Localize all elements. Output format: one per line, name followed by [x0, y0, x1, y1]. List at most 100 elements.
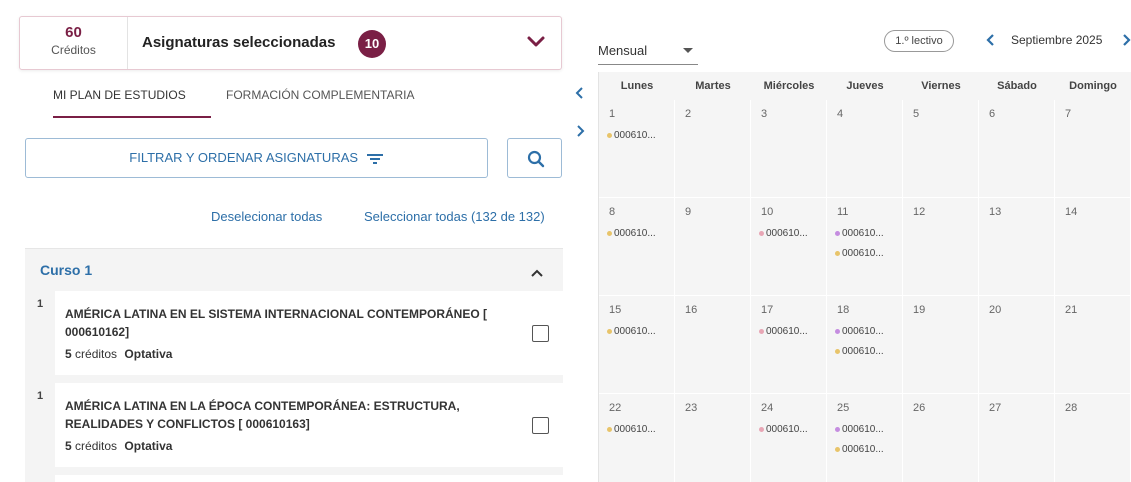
chevron-up-icon[interactable]: [530, 265, 544, 277]
subject-row[interactable]: [25, 475, 563, 482]
calendar-week-row: 15 000610... 16 17 000610... 18 000610... 00061…: [599, 296, 1131, 394]
subject-row[interactable]: 1 AMÉRICA LATINA EN LA ÉPOCA CONTEMPORÁN…: [25, 383, 563, 467]
weekday-label: Lunes: [620, 80, 654, 92]
calendar-event[interactable]: 000610...: [835, 228, 884, 239]
day-number: 2: [685, 108, 692, 120]
calendar-day-cell[interactable]: 1 000610...: [599, 100, 675, 198]
day-number: 3: [761, 108, 768, 120]
filter-sort-button[interactable]: FILTRAR Y ORDENAR ASIGNATURAS: [25, 138, 488, 178]
calendar-day-cell[interactable]: 8 000610...: [599, 198, 675, 296]
search-button[interactable]: [507, 138, 562, 178]
filter-sort-label: FILTRAR Y ORDENAR ASIGNATURAS: [129, 150, 359, 165]
calendar-day-cell[interactable]: 4: [827, 100, 903, 198]
calendar-day-cell[interactable]: 12: [903, 198, 979, 296]
filter-icon: [366, 153, 383, 164]
calendar-day-cell[interactable]: 5: [903, 100, 979, 198]
calendar-day-cell[interactable]: 25 000610... 000610...: [827, 394, 903, 482]
calendar-view-value: Mensual: [598, 43, 648, 58]
calendar-day-cell[interactable]: 28: [1055, 394, 1131, 482]
weekday-label: Martes: [695, 80, 731, 92]
calendar-day-cell[interactable]: 17 000610...: [751, 296, 827, 394]
active-tab-indicator: [53, 116, 211, 118]
subject-checkbox[interactable]: [532, 325, 549, 342]
calendar-day-cell[interactable]: 3: [751, 100, 827, 198]
calendar-event[interactable]: 000610...: [759, 228, 808, 239]
calendar-event[interactable]: 000610...: [835, 248, 884, 259]
day-number: 27: [989, 402, 1002, 414]
day-number: 25: [837, 402, 850, 414]
chevron-right-icon[interactable]: [574, 124, 586, 138]
calendar-day-cell[interactable]: 20: [979, 296, 1055, 394]
calendar-day-cell[interactable]: 6: [979, 100, 1055, 198]
calendar-event[interactable]: 000610...: [759, 424, 808, 435]
day-number: 4: [837, 108, 844, 120]
calendar-day-cell[interactable]: 18 000610... 000610...: [827, 296, 903, 394]
subject-course-index: 1: [25, 383, 55, 467]
period-chip[interactable]: 1.º lectivo: [884, 30, 954, 52]
calendar-event[interactable]: 000610...: [835, 326, 884, 337]
calendar-event[interactable]: 000610...: [607, 228, 656, 239]
subject-type: Optativa: [124, 347, 173, 361]
subject-checkbox[interactable]: [532, 417, 549, 434]
tab-formacion-complementaria[interactable]: FORMACIÓN COMPLEMENTARIA: [226, 88, 414, 118]
calendar-week-row: 1 000610... 2 3 4 5 6 7: [599, 100, 1131, 198]
next-month-icon[interactable]: [1121, 33, 1131, 47]
calendar-day-cell[interactable]: 14: [1055, 198, 1131, 296]
calendar-day-cell[interactable]: 27: [979, 394, 1055, 482]
chevron-down-icon[interactable]: [526, 34, 546, 50]
credits-label: Créditos: [51, 43, 96, 57]
calendar-day-cell[interactable]: 23: [675, 394, 751, 482]
calendar-event[interactable]: 000610...: [607, 424, 656, 435]
event-label: 000610...: [842, 444, 884, 455]
weekday-label: Jueves: [846, 80, 884, 92]
calendar-day-cell[interactable]: 21: [1055, 296, 1131, 394]
subject-credits: 5: [65, 347, 72, 361]
tab-label: MI PLAN DE ESTUDIOS: [53, 88, 186, 102]
calendar-event[interactable]: 000610...: [835, 444, 884, 455]
weekday-header-row: Lunes Martes Miércoles Jueves Viernes Sábado D…: [599, 72, 1131, 100]
event-label: 000610...: [842, 326, 884, 337]
calendar-day-cell[interactable]: 15 000610...: [599, 296, 675, 394]
calendar-day-cell[interactable]: 2: [675, 100, 751, 198]
day-number: 9: [685, 206, 692, 218]
calendar-day-cell[interactable]: 7: [1055, 100, 1131, 198]
previous-month-icon[interactable]: [986, 33, 996, 47]
event-label: 000610...: [766, 424, 808, 435]
calendar-event[interactable]: 000610...: [835, 346, 884, 357]
weekday-label: Miércoles: [763, 80, 815, 92]
subject-meta: 5 créditos Optativa: [65, 347, 172, 361]
tab-mi-plan-de-estudios[interactable]: MI PLAN DE ESTUDIOS: [53, 88, 211, 118]
calendar-day-cell[interactable]: 13: [979, 198, 1055, 296]
event-color-dot: [835, 426, 840, 432]
event-color-dot: [759, 230, 764, 236]
calendar-day-cell[interactable]: 11 000610... 000610...: [827, 198, 903, 296]
calendar-event[interactable]: 000610...: [759, 326, 808, 337]
calendar-day-cell[interactable]: 26: [903, 394, 979, 482]
event-label: 000610...: [842, 424, 884, 435]
caret-down-icon: [683, 48, 693, 53]
calendar-event[interactable]: 000610...: [607, 130, 656, 141]
calendar-day-cell[interactable]: 19: [903, 296, 979, 394]
event-label: 000610...: [614, 228, 656, 239]
calendar-day-cell[interactable]: 10 000610...: [751, 198, 827, 296]
event-color-dot: [607, 328, 612, 334]
day-number: 26: [913, 402, 926, 414]
chevron-left-icon[interactable]: [574, 86, 586, 100]
deselect-all-link[interactable]: Deselecionar todas: [211, 209, 322, 224]
calendar-event[interactable]: 000610...: [607, 326, 656, 337]
calendar-day-cell[interactable]: 9: [675, 198, 751, 296]
select-all-link[interactable]: Seleccionar todas (132 de 132): [364, 209, 545, 224]
calendar-day-cell[interactable]: 16: [675, 296, 751, 394]
event-color-dot: [759, 328, 764, 334]
event-color-dot: [835, 446, 840, 452]
selected-count-badge: 10: [358, 30, 386, 58]
event-label: 000610...: [614, 326, 656, 337]
calendar-day-cell[interactable]: 22 000610...: [599, 394, 675, 482]
calendar-view-select[interactable]: Mensual: [598, 37, 698, 65]
event-color-dot: [759, 426, 764, 432]
selected-subjects-summary[interactable]: 60 Créditos Asignaturas seleccionadas 10: [19, 16, 562, 70]
subject-row[interactable]: 1 AMÉRICA LATINA EN EL SISTEMA INTERNACI…: [25, 291, 563, 375]
calendar-day-cell[interactable]: 24 000610...: [751, 394, 827, 482]
calendar-event[interactable]: 000610...: [835, 424, 884, 435]
day-number: 24: [761, 402, 774, 414]
